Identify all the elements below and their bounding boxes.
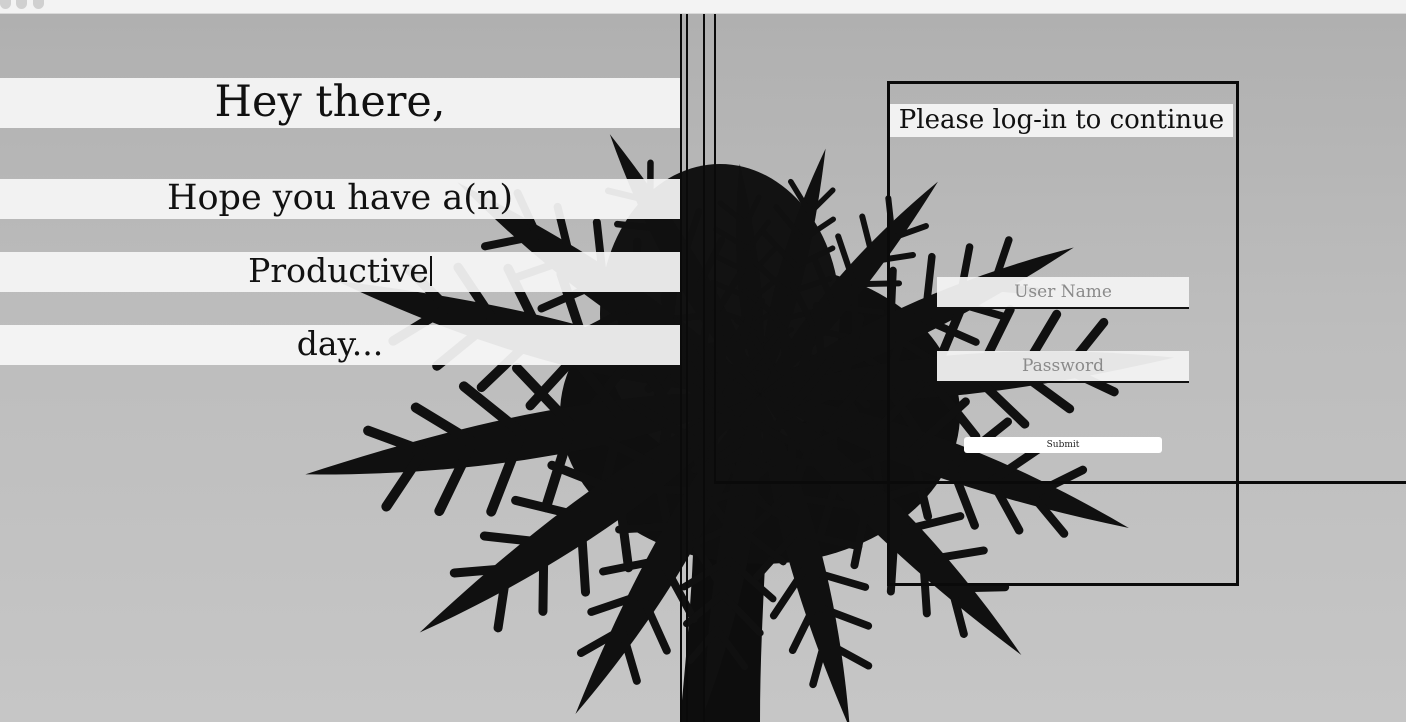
divider-line xyxy=(714,14,716,484)
greeting-heading: Hey there, xyxy=(214,77,446,127)
login-title: Please log-in to continue xyxy=(890,104,1233,137)
divider-line xyxy=(686,14,688,722)
background-scene: Hey there, Hope you have a(n) Productive… xyxy=(0,14,1406,722)
password-input[interactable] xyxy=(937,351,1189,383)
typed-word: Productive xyxy=(248,251,429,290)
login-frame xyxy=(887,81,1239,586)
text-cursor xyxy=(429,256,432,286)
greeting-band-4: day... xyxy=(0,325,680,365)
divider-line xyxy=(680,14,682,722)
window-minimize-dot[interactable] xyxy=(16,0,27,9)
window-maximize-dot[interactable] xyxy=(33,0,44,9)
greeting-band-3: Productive xyxy=(0,252,680,292)
browser-chrome xyxy=(0,0,1406,14)
submit-button[interactable]: Submit xyxy=(964,437,1162,453)
window-close-dot[interactable] xyxy=(0,0,11,9)
username-input[interactable] xyxy=(937,277,1189,309)
greeting-subheading: Hope you have a(n) xyxy=(166,178,514,218)
greeting-closing: day... xyxy=(296,324,384,363)
greeting-band-2: Hope you have a(n) xyxy=(0,179,680,219)
greeting-band-1: Hey there, xyxy=(0,78,680,128)
divider-line xyxy=(703,14,705,722)
